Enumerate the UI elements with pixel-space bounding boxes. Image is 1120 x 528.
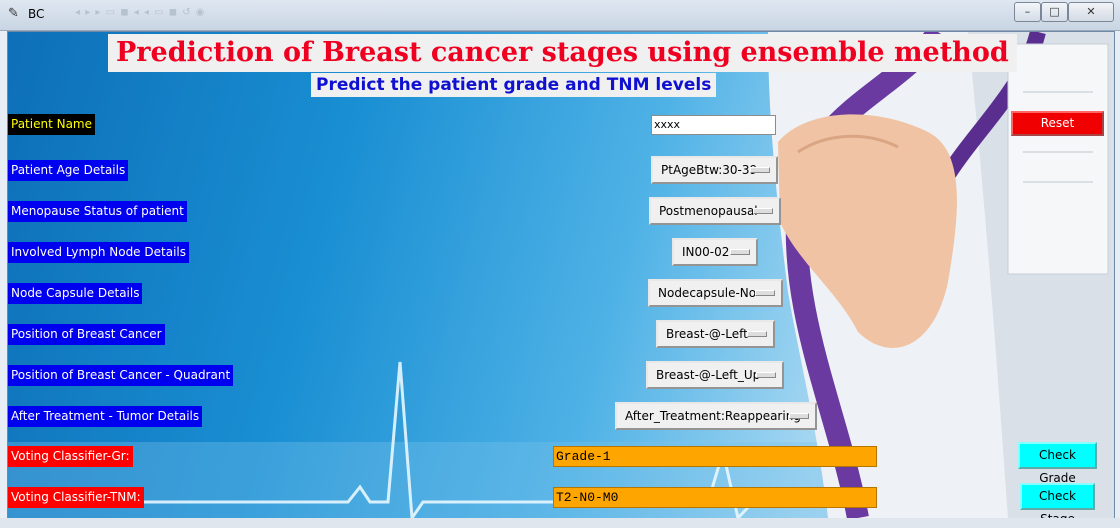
dropdown-indicator-icon — [750, 167, 770, 173]
page-title: Prediction of Breast cancer stages using… — [108, 34, 1017, 72]
dropdown-indicator-icon — [753, 208, 773, 214]
breast-quadrant-label: Position of Breast Cancer - Quadrant — [8, 365, 234, 386]
feather-icon: ✎ — [8, 6, 19, 21]
lymph-node-label: Involved Lymph Node Details — [8, 242, 189, 263]
tumor-details-value: After_Treatment:Reappearing — [625, 409, 801, 423]
menopause-status-label: Menopause Status of patient — [8, 201, 187, 222]
reset-button[interactable]: Reset — [1011, 111, 1104, 136]
grade-result-field[interactable]: Grade-1 — [553, 446, 877, 467]
breast-position-dropdown[interactable]: Breast-@-Left — [656, 320, 775, 348]
patient-age-value: PtAgeBtw:30-39 — [661, 163, 758, 177]
patient-age-dropdown[interactable]: PtAgeBtw:30-39 — [651, 156, 778, 184]
breast-position-value: Breast-@-Left — [666, 327, 748, 341]
tnm-result-field[interactable]: T2-N0-M0 — [553, 487, 877, 508]
check-grade-button[interactable]: Check Grade — [1018, 442, 1097, 485]
lymph-node-value: IN00-02 — [682, 245, 730, 259]
patient-age-label: Patient Age Details — [8, 160, 129, 181]
close-button[interactable]: ✕ — [1068, 2, 1114, 22]
patient-name-input[interactable]: xxxx — [651, 115, 776, 135]
window-titlebar: ✎ BC ◂ ▸ ▸ ▭ ◼ ◂ ◂ ▭ ◼ ↺ ◉ – □ ✕ — [0, 0, 1120, 31]
breast-position-label: Position of Breast Cancer — [8, 324, 165, 345]
patient-name-label: Patient Name — [8, 114, 95, 135]
breast-quadrant-dropdown[interactable]: Breast-@-Left_Up — [646, 361, 784, 389]
maximize-button[interactable]: □ — [1041, 2, 1068, 22]
node-capsule-value: Nodecapsule-No — [658, 286, 757, 300]
grade-result-label: Voting Classifier-Gr: — [8, 446, 133, 467]
tnm-result-label: Voting Classifier-TNM: — [8, 487, 144, 508]
breast-quadrant-value: Breast-@-Left_Up — [656, 368, 761, 382]
page-subtitle: Predict the patient grade and TNM levels — [311, 73, 717, 97]
tumor-details-dropdown[interactable]: After_Treatment:Reappearing — [615, 402, 817, 430]
tumor-details-label: After Treatment - Tumor Details — [8, 406, 203, 427]
minimize-button[interactable]: – — [1014, 2, 1041, 22]
menopause-status-value: Postmenopausal — [659, 204, 758, 218]
window-bottom-edge — [0, 518, 1120, 528]
dropdown-indicator-icon — [756, 372, 776, 378]
dropdown-indicator-icon — [747, 331, 767, 337]
window-title: BC — [28, 7, 45, 21]
dropdown-indicator-icon — [755, 290, 775, 296]
app-client-area: Prediction of Breast cancer stages using… — [7, 31, 1115, 519]
lymph-node-dropdown[interactable]: IN00-02 — [672, 238, 758, 266]
toolbar-ghost-icons: ◂ ▸ ▸ ▭ ◼ ◂ ◂ ▭ ◼ ↺ ◉ — [75, 7, 206, 18]
node-capsule-dropdown[interactable]: Nodecapsule-No — [648, 279, 783, 307]
check-stage-button[interactable]: Check Stage — [1020, 483, 1095, 518]
menopause-status-dropdown[interactable]: Postmenopausal — [649, 197, 781, 225]
dropdown-indicator-icon — [789, 413, 809, 419]
dropdown-indicator-icon — [730, 249, 750, 255]
node-capsule-label: Node Capsule Details — [8, 283, 143, 304]
